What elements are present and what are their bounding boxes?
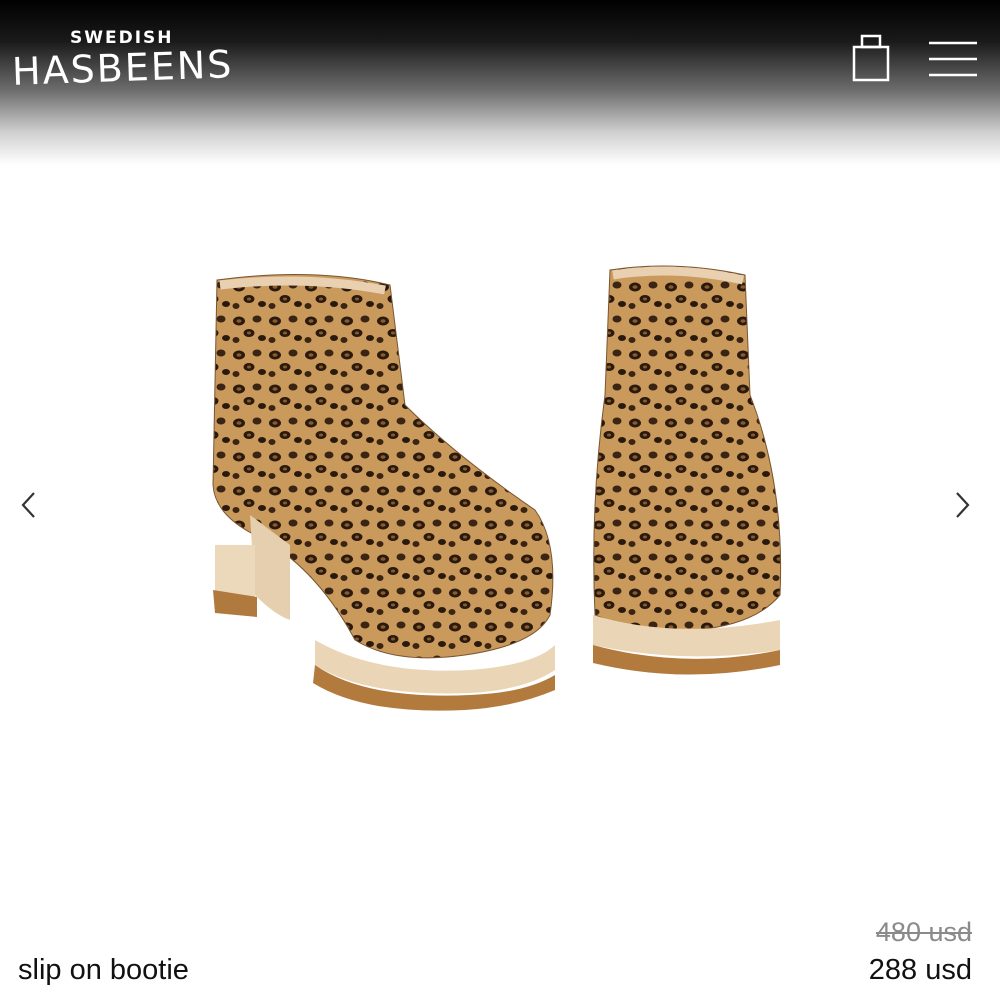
sale-price: 288 usd bbox=[868, 954, 972, 986]
original-price: 480 usd bbox=[875, 917, 972, 947]
chevron-left-icon[interactable] bbox=[14, 485, 44, 525]
shopping-bag-icon[interactable] bbox=[850, 32, 894, 84]
chevron-right-icon[interactable] bbox=[947, 485, 977, 525]
hamburger-menu-icon[interactable] bbox=[926, 40, 980, 78]
product-name: slip on bootie bbox=[18, 954, 189, 986]
site-header: SWEDISH HASBEENS bbox=[0, 0, 1000, 165]
brand-logo[interactable]: SWEDISH HASBEENS bbox=[11, 26, 234, 94]
logo-main-text: HASBEENS bbox=[11, 42, 235, 94]
product-image bbox=[195, 245, 795, 745]
product-gallery bbox=[0, 165, 1000, 865]
